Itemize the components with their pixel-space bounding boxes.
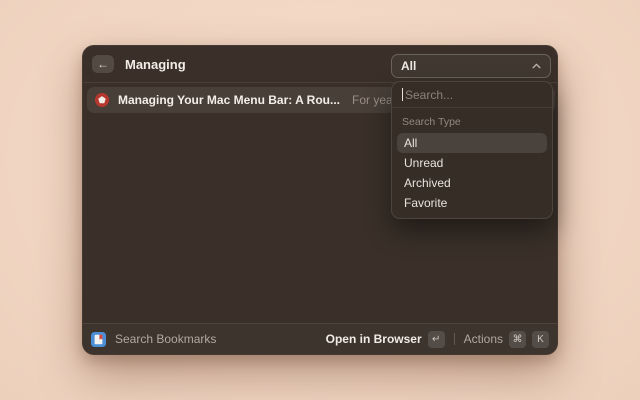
search-placeholder: Search... bbox=[405, 88, 453, 102]
footer-actions: Open in Browser ↵ Actions ⌘ K bbox=[326, 331, 549, 348]
chevron-up-icon bbox=[532, 63, 541, 69]
page-title: Managing bbox=[125, 57, 186, 72]
dropdown-option-all[interactable]: All bbox=[397, 133, 547, 153]
dropdown-options-list: All Unread Archived Favorite bbox=[392, 132, 552, 213]
text-cursor bbox=[402, 88, 403, 101]
bookmark-title: Managing Your Mac Menu Bar: A Rou... bbox=[118, 93, 340, 107]
footer-action-bar: Search Bookmarks Open in Browser ↵ Actio… bbox=[83, 323, 557, 354]
filter-dropdown-panel: Search... Search Type All Unread Archive… bbox=[391, 81, 553, 219]
footer-extension-label: Search Bookmarks bbox=[115, 332, 216, 346]
return-key-icon: ↵ bbox=[428, 331, 445, 348]
actions-label: Actions bbox=[464, 332, 503, 346]
filter-dropdown-select[interactable]: All bbox=[391, 54, 551, 78]
back-button[interactable]: ← bbox=[92, 55, 114, 73]
dropdown-option-archived[interactable]: Archived bbox=[397, 173, 547, 193]
actions-menu-button[interactable]: Actions ⌘ K bbox=[464, 331, 549, 348]
search-bookmarks-app-icon bbox=[91, 332, 106, 347]
dropdown-section-label: Search Type bbox=[392, 108, 552, 132]
dropdown-option-favorite[interactable]: Favorite bbox=[397, 193, 547, 213]
k-key-icon: K bbox=[532, 331, 549, 348]
launcher-window: ← Managing All Managing Your Mac Menu Ba… bbox=[82, 45, 558, 355]
footer-extension-info: Search Bookmarks bbox=[91, 332, 216, 347]
command-key-icon: ⌘ bbox=[509, 331, 526, 348]
dropdown-option-unread[interactable]: Unread bbox=[397, 153, 547, 173]
footer-divider bbox=[454, 333, 455, 345]
open-in-browser-button[interactable]: Open in Browser ↵ bbox=[326, 331, 445, 348]
filter-selected-value: All bbox=[401, 59, 416, 73]
dropdown-search-input[interactable]: Search... bbox=[392, 82, 552, 108]
open-in-browser-label: Open in Browser bbox=[326, 332, 422, 346]
back-arrow-icon: ← bbox=[97, 58, 109, 70]
bookmark-favicon-icon bbox=[95, 93, 109, 107]
